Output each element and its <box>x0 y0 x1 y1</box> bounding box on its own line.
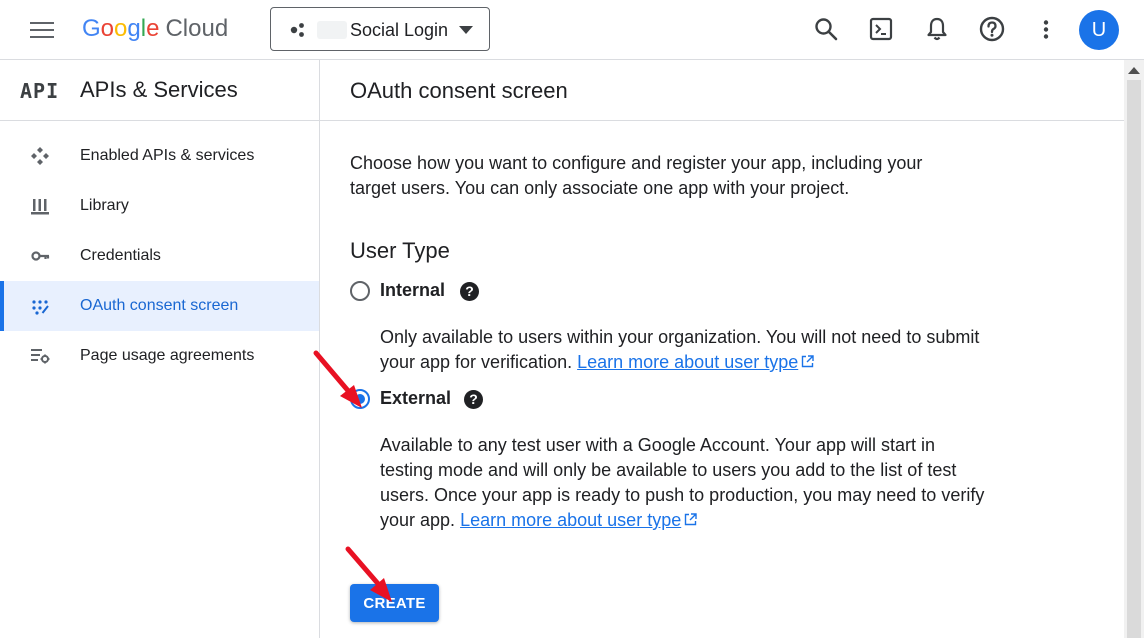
internal-help-icon[interactable]: ? <box>460 282 479 301</box>
page-title: OAuth consent screen <box>350 78 568 103</box>
project-icon <box>290 23 304 37</box>
project-name: Social Login <box>350 20 449 40</box>
create-button[interactable]: CREATE <box>350 584 439 622</box>
project-picker[interactable]: Social Login <box>270 7 490 51</box>
sidebar-item-label: Library <box>80 197 129 214</box>
open-in-new-icon <box>685 513 697 526</box>
external-help-icon[interactable]: ? <box>464 390 483 409</box>
vertical-scrollbar[interactable] <box>1124 60 1144 638</box>
open-in-new-icon <box>802 355 814 368</box>
top-bar: Google Cloud Social Login U <box>0 0 1144 60</box>
search-icon[interactable] <box>812 15 840 43</box>
sidebar-item-label: Enabled APIs & services <box>80 147 255 164</box>
notifications-bell-icon[interactable] <box>923 15 951 43</box>
scroll-up-arrow-icon[interactable] <box>1128 67 1140 74</box>
external-label: External <box>380 388 452 408</box>
sidebar-item-credentials[interactable]: Credentials <box>0 231 319 281</box>
main-menu-icon[interactable] <box>30 19 54 41</box>
sidebar-item-label: Credentials <box>80 247 161 264</box>
sidebar-item-label: Page usage agreements <box>80 347 255 364</box>
sidebar-item-label: OAuth consent screen <box>80 297 239 314</box>
user-type-heading: User Type <box>350 238 450 263</box>
internal-learn-more-label: Learn more about user type <box>577 352 799 372</box>
sidebar-nav: Enabled APIs & services Library Credenti… <box>0 121 319 381</box>
help-icon[interactable] <box>978 15 1006 43</box>
sidebar: API APIs & Services Enabled APIs & servi… <box>0 60 320 638</box>
api-badge-icon: API <box>20 79 60 103</box>
apis-icon <box>31 147 49 165</box>
main-content: OAuth consent screen Choose how you want… <box>320 60 1124 638</box>
chevron-down-icon <box>459 26 473 34</box>
external-description: Available to any test user with a Google… <box>380 433 990 533</box>
library-icon <box>31 199 49 215</box>
internal-radio[interactable] <box>350 281 370 301</box>
external-learn-more-label: Learn more about user type <box>460 510 682 530</box>
sidebar-item-library[interactable]: Library <box>0 181 319 231</box>
redacted-project-prefix <box>317 21 347 39</box>
sidebar-header: API APIs & Services <box>0 60 319 121</box>
sidebar-title: APIs & Services <box>80 77 238 102</box>
internal-description: Only available to users within your orga… <box>380 325 990 375</box>
internal-label: Internal <box>380 280 446 300</box>
intro-text: Choose how you want to configure and reg… <box>350 153 923 198</box>
google-cloud-logo[interactable]: Google Cloud <box>82 14 228 44</box>
scrollbar-thumb[interactable] <box>1127 80 1141 638</box>
external-learn-more-link[interactable]: Learn more about user type <box>460 510 697 530</box>
external-radio[interactable] <box>350 389 370 409</box>
sidebar-item-oauth-consent-screen[interactable]: OAuth consent screen <box>0 281 319 331</box>
more-vert-icon[interactable] <box>1032 15 1060 43</box>
settings-list-icon <box>31 349 50 364</box>
sidebar-item-enabled-apis[interactable]: Enabled APIs & services <box>0 131 319 181</box>
consent-icon <box>32 300 49 315</box>
account-avatar[interactable]: U <box>1079 10 1119 50</box>
internal-learn-more-link[interactable]: Learn more about user type <box>577 352 814 372</box>
key-icon <box>31 251 50 261</box>
sidebar-item-page-usage-agreements[interactable]: Page usage agreements <box>0 331 319 381</box>
page-header: OAuth consent screen <box>320 60 1124 121</box>
cloud-shell-icon[interactable] <box>867 15 895 43</box>
